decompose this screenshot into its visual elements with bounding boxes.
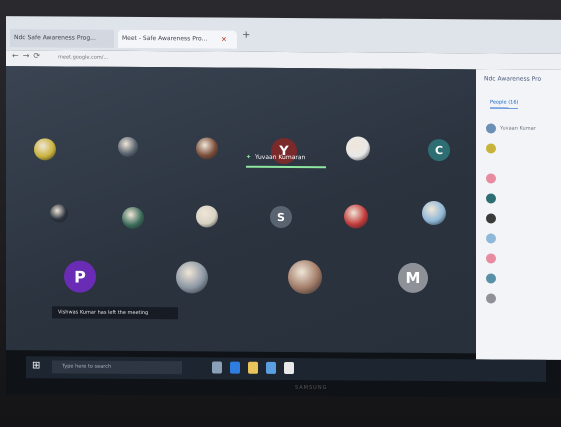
participant-photo-avatar[interactable]	[50, 204, 68, 223]
monitor-brand-logo: SAMSUNG	[295, 385, 328, 391]
windows-start-icon[interactable]: ⊞	[32, 360, 44, 372]
browser-tab-active[interactable]: Meet - Safe Awareness Pro...	[118, 29, 237, 49]
participant-row[interactable]	[486, 193, 556, 205]
participant-photo-avatar[interactable]	[422, 200, 446, 226]
mic-active-icon: ✦	[246, 153, 252, 161]
left-meeting-toast: Vishwas Kumar has left the meeting	[52, 306, 178, 320]
participant-row[interactable]: Yuvaan Kumar	[486, 123, 556, 135]
participant-row[interactable]	[486, 143, 556, 155]
participant-photo-avatar[interactable]	[176, 261, 208, 294]
participant-row[interactable]	[486, 233, 556, 245]
participant-row[interactable]	[486, 213, 556, 225]
participant-avatar	[486, 233, 496, 244]
participant-photo-avatar[interactable]	[34, 138, 56, 161]
people-tab[interactable]: People (16)	[490, 99, 518, 105]
browser-tab[interactable]: Ndc Safe Awareness Prog...	[10, 29, 114, 48]
participant-row[interactable]	[486, 173, 556, 185]
participant-photo-avatar[interactable]	[122, 206, 144, 230]
task-view-icon[interactable]	[212, 361, 222, 374]
windows-taskbar: ⊞ Type here to search	[26, 356, 546, 382]
participant-avatar	[486, 273, 496, 284]
participant-avatar	[486, 143, 496, 154]
participant-letter-avatar[interactable]: C	[428, 139, 450, 162]
participant-avatar	[486, 123, 496, 134]
store-icon[interactable]	[266, 361, 276, 374]
close-tab-icon[interactable]: ✕	[221, 31, 227, 49]
monitor-screen: Ndc Safe Awareness Prog... Meet - Safe A…	[6, 16, 561, 398]
participant-photo-avatar[interactable]	[346, 136, 370, 161]
participant-letter-avatar[interactable]: P	[64, 260, 96, 293]
explorer-icon[interactable]	[248, 361, 258, 374]
participant-photo-avatar[interactable]	[118, 136, 138, 157]
taskbar-search-input[interactable]: Type here to search	[52, 360, 182, 375]
people-tab-underline	[490, 107, 518, 109]
edge-icon[interactable]	[230, 361, 240, 374]
participant-photo-avatar[interactable]	[288, 260, 322, 295]
meeting-grid: YCSPM ✦ Yuvaan Kumaran Vishwas Kumar has …	[6, 66, 476, 354]
participant-avatar	[486, 213, 496, 224]
participant-photo-avatar[interactable]	[196, 205, 218, 228]
browser-tab-bar: Ndc Safe Awareness Prog... Meet - Safe A…	[6, 16, 561, 54]
chrome-icon[interactable]	[284, 362, 294, 375]
participants-sidebar: Ndc Awareness Pro People (16) Yuvaan Kum…	[476, 69, 561, 360]
participant-row[interactable]	[486, 293, 556, 305]
participant-photo-avatar[interactable]	[196, 137, 218, 160]
participant-letter-avatar[interactable]: M	[398, 262, 428, 294]
speaker-name-label: ✦ Yuvaan Kumaran	[246, 153, 306, 162]
sidebar-title: Ndc Awareness Pro	[484, 75, 542, 83]
speaker-indicator	[246, 165, 326, 169]
participant-row[interactable]	[486, 253, 556, 265]
participant-row[interactable]	[486, 273, 556, 285]
participant-avatar	[486, 293, 496, 304]
participant-letter-avatar[interactable]: S	[270, 205, 292, 229]
participant-photo-avatar[interactable]	[344, 204, 368, 229]
participant-avatar	[486, 253, 496, 264]
new-tab-icon[interactable]: +	[242, 30, 250, 41]
nav-icons[interactable]: ←→⟳	[12, 51, 44, 60]
participant-avatar	[486, 193, 496, 204]
participant-avatar	[486, 173, 496, 184]
url-text[interactable]: meet.google.com/...	[58, 53, 188, 63]
participant-name: Yuvaan Kumar	[500, 125, 536, 132]
